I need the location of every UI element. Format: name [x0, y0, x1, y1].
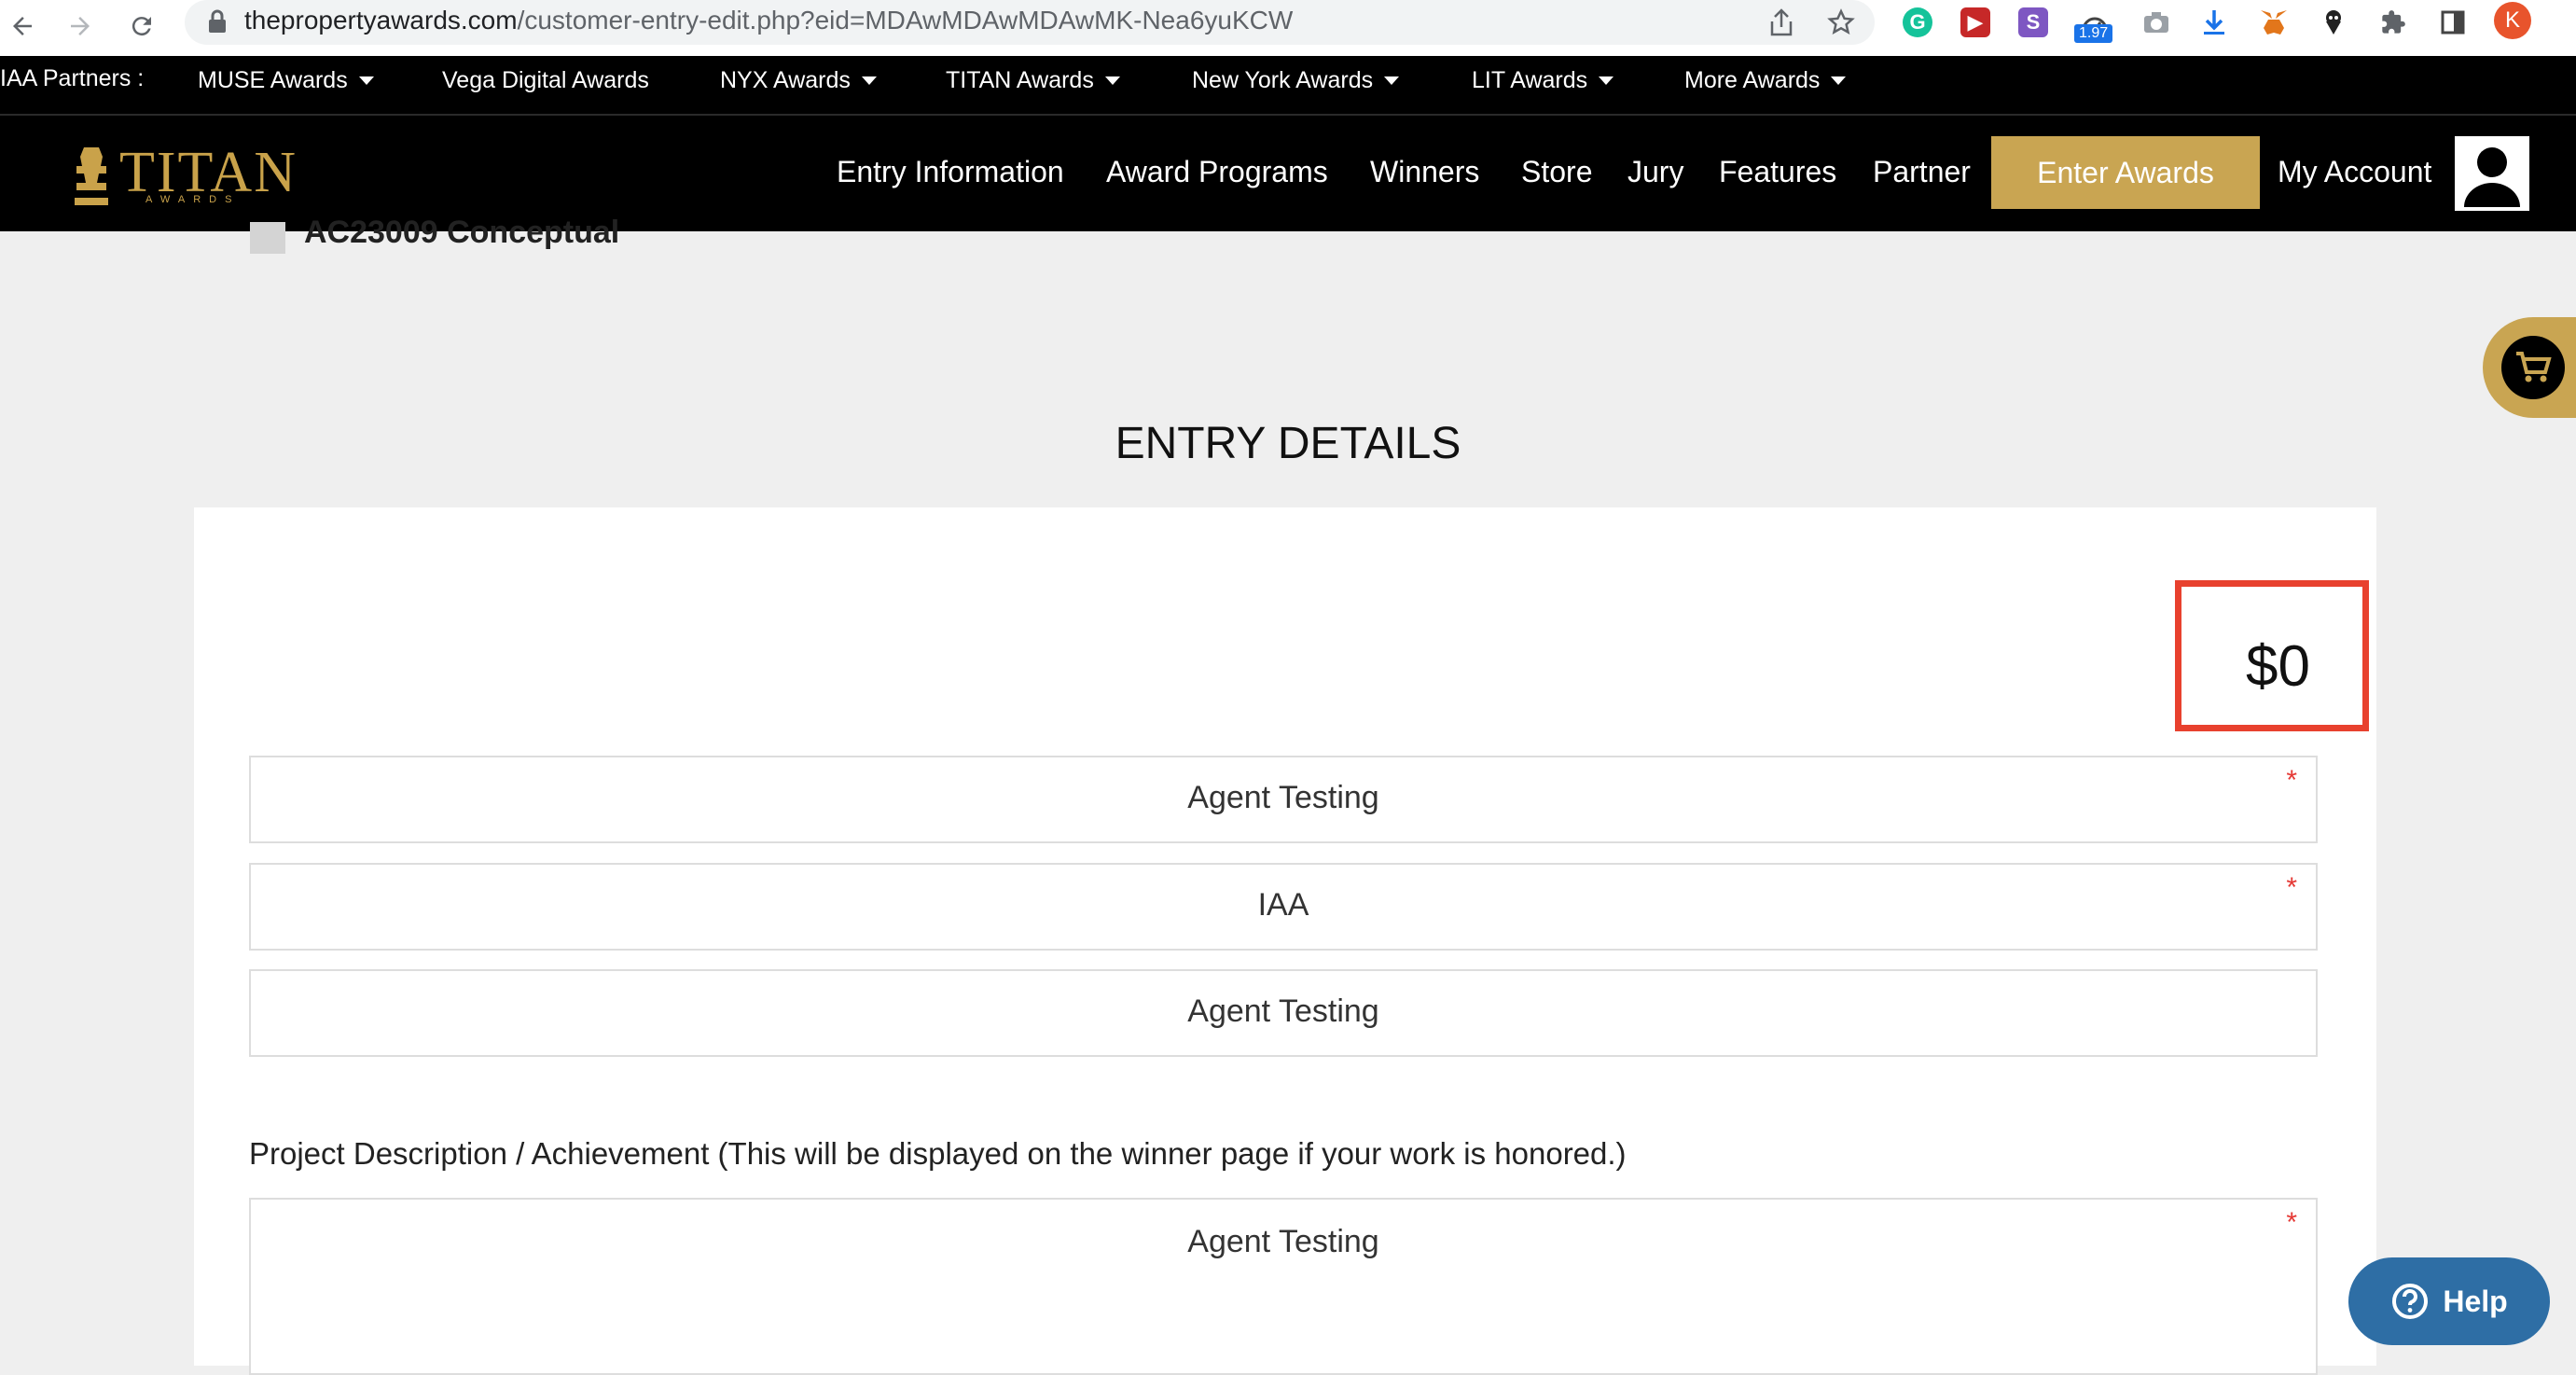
partner-label: NYX Awards: [720, 67, 851, 93]
caret-down-icon: [358, 76, 374, 85]
metamask-fox-icon[interactable]: [2255, 4, 2292, 41]
partners-bar: IAA Partners : MUSE Awards Vega Digital …: [0, 56, 2576, 114]
category-checkbox[interactable]: [250, 222, 285, 254]
partner-muse-awards[interactable]: MUSE Awards: [198, 67, 374, 94]
section-title: ENTRY DETAILS: [1115, 419, 1461, 468]
partner-more-awards[interactable]: More Awards: [1684, 67, 1847, 94]
lock-icon: [207, 9, 228, 38]
partner-label: Vega Digital Awards: [442, 67, 649, 93]
url-path: /customer-entry-edit.php?eid=MDAwMDAwMDA…: [517, 6, 1294, 35]
partner-titan-awards[interactable]: TITAN Awards: [946, 67, 1120, 94]
partner-nyx-awards[interactable]: NYX Awards: [720, 67, 877, 94]
nav-award-programs[interactable]: Award Programs: [1106, 155, 1328, 189]
forward-icon[interactable]: [58, 4, 103, 49]
bookmark-star-icon[interactable]: [1824, 6, 1858, 39]
reload-icon[interactable]: [119, 4, 164, 49]
url-text[interactable]: thepropertyawards.com/customer-entry-edi…: [244, 6, 1293, 35]
caret-down-icon: [1104, 76, 1120, 85]
grammarly-icon[interactable]: G: [1899, 4, 1936, 41]
nav-my-account[interactable]: My Account: [2278, 155, 2431, 189]
nav-features[interactable]: Features: [1719, 155, 1836, 189]
price-highlight: $0: [2175, 580, 2369, 731]
entry-price: $0: [2246, 634, 2310, 699]
cart-button[interactable]: [2483, 317, 2576, 418]
help-question-icon: [2392, 1284, 2429, 1319]
entry-field-client[interactable]: Agent Testing: [249, 969, 2318, 1057]
extension-badge: 1.97: [2074, 24, 2113, 43]
partners-label: IAA Partners :: [0, 65, 145, 91]
help-label: Help: [2443, 1284, 2508, 1318]
field-value: Agent Testing: [1187, 780, 1379, 815]
download-icon[interactable]: [2195, 4, 2233, 41]
description-label: Project Description / Achievement (This …: [249, 1136, 1627, 1171]
cart-icon: [2501, 336, 2565, 399]
extensions-puzzle-icon[interactable]: [2375, 4, 2412, 41]
partner-label: MUSE Awards: [198, 67, 348, 93]
partner-new-york-awards[interactable]: New York Awards: [1192, 67, 1400, 94]
required-marker: *: [2286, 872, 2297, 903]
nav-partner[interactable]: Partner: [1873, 155, 1971, 189]
back-icon[interactable]: [0, 4, 45, 49]
entry-field-company[interactable]: IAA *: [249, 863, 2318, 951]
entry-field-title[interactable]: Agent Testing *: [249, 756, 2318, 843]
partner-label: More Awards: [1684, 67, 1821, 93]
side-panel-icon[interactable]: [2434, 4, 2472, 41]
required-marker: *: [2286, 765, 2297, 796]
profile-extension-icon[interactable]: [2315, 4, 2352, 41]
account-avatar-icon[interactable]: [2455, 136, 2529, 211]
nav-entry-information[interactable]: Entry Information: [837, 155, 1064, 189]
caret-down-icon: [861, 76, 877, 85]
nav-jury[interactable]: Jury: [1627, 155, 1683, 189]
camera-extension-icon[interactable]: [2138, 4, 2175, 41]
partner-label: LIT Awards: [1472, 67, 1588, 93]
category-label: AC23009 Conceptual: [304, 215, 620, 250]
nav-store[interactable]: Store: [1521, 155, 1592, 189]
partner-label: TITAN Awards: [946, 67, 1094, 93]
partner-vega-digital-awards[interactable]: Vega Digital Awards: [442, 67, 649, 94]
enter-awards-button[interactable]: Enter Awards: [1991, 136, 2260, 209]
video-extension-icon[interactable]: ▶: [1957, 4, 1994, 41]
share-icon[interactable]: [1765, 6, 1798, 39]
titan-statue-icon: [75, 147, 108, 205]
browser-toolbar: thepropertyawards.com/customer-entry-edi…: [0, 0, 2576, 56]
description-textarea[interactable]: Agent Testing *: [249, 1198, 2318, 1375]
partner-label: New York Awards: [1192, 67, 1374, 93]
caret-down-icon: [1831, 76, 1847, 85]
s-extension-icon[interactable]: S: [2015, 4, 2052, 41]
profile-avatar[interactable]: K: [2494, 2, 2531, 39]
nav-winners[interactable]: Winners: [1370, 155, 1479, 189]
field-value: IAA: [1257, 887, 1309, 923]
titan-logo[interactable]: TITAN AWARDS: [71, 138, 296, 209]
caret-down-icon: [1384, 76, 1400, 85]
logo-subtitle: AWARDS: [145, 194, 241, 205]
help-button[interactable]: Help: [2348, 1257, 2550, 1345]
field-value: Agent Testing: [1187, 993, 1379, 1029]
url-domain: thepropertyawards.com: [244, 6, 518, 35]
caret-down-icon: [1599, 76, 1614, 85]
field-value: Agent Testing: [1187, 1224, 1379, 1259]
partner-lit-awards[interactable]: LIT Awards: [1472, 67, 1614, 94]
required-marker: *: [2286, 1207, 2297, 1238]
